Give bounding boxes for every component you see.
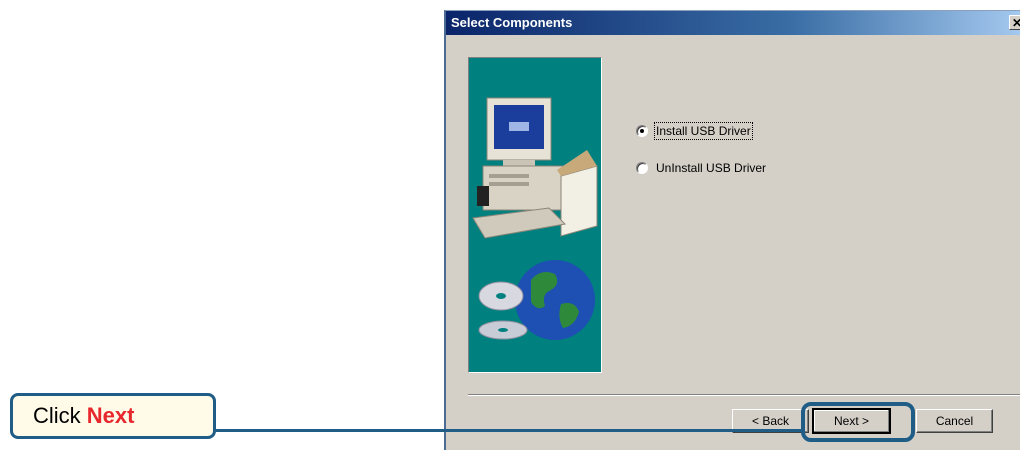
option-uninstall-usb-driver[interactable]: UnInstall USB Driver [636,158,766,178]
option-label: Install USB Driver [654,122,753,140]
radio-install[interactable] [636,125,648,137]
callout-highlight: Next [86,403,135,428]
option-install-usb-driver[interactable]: Install USB Driver [636,121,766,141]
callout-prefix: Click [33,403,87,428]
callout-connector [216,429,804,432]
computer-globe-illustration [472,97,598,340]
setup-illustration [468,57,602,373]
separator [468,394,1020,396]
radio-uninstall[interactable] [636,162,648,174]
dialog-title: Select Components [451,15,573,30]
component-options: Install USB Driver UnInstall USB Driver [636,121,766,195]
option-label: UnInstall USB Driver [656,161,767,175]
title-bar: Select Components ✕ [446,11,1020,35]
instruction-callout: Click Next [10,393,216,439]
cancel-button[interactable]: Cancel [916,409,993,433]
select-components-dialog: Select Components ✕ Install USB Driver U… [444,10,1020,450]
close-icon[interactable]: ✕ [1009,15,1020,30]
next-highlight-ring [801,402,915,442]
back-label: Back [762,414,790,428]
cancel-label: Cancel [935,414,974,428]
back-arrow-icon: < [751,414,763,428]
